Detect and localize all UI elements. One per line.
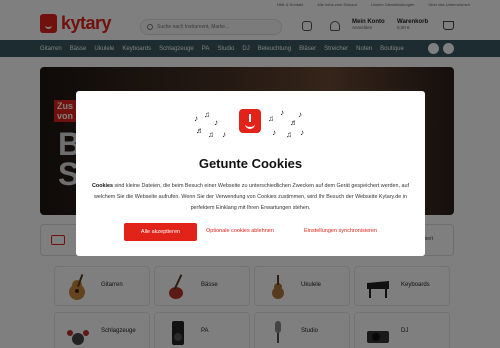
cookie-dialog-text: Cookies sind kleine Dateien, die beim Be… bbox=[88, 181, 413, 214]
music-note-icon: ♪ bbox=[300, 128, 304, 137]
music-note-icon: ♪ bbox=[222, 130, 226, 139]
music-note-icon: ♪ bbox=[214, 118, 218, 127]
cookie-dialog-title: Getunte Cookies bbox=[198, 156, 303, 171]
music-note-icon: ♫ bbox=[208, 130, 214, 139]
decline-optional-button[interactable]: Optionale cookies ablehnen bbox=[206, 228, 274, 234]
music-note-icon: ♫ bbox=[286, 130, 292, 139]
music-note-icon: ♪ bbox=[280, 108, 284, 117]
cookie-body-bold: Cookies bbox=[92, 183, 114, 189]
music-note-icon: ♬ bbox=[196, 126, 204, 135]
music-note-icon: ♪ bbox=[194, 114, 198, 123]
music-note-icon: ♪ bbox=[272, 128, 276, 137]
settings-button[interactable]: Einstellungen synchronisieren bbox=[304, 228, 377, 234]
cookie-consent-dialog: ♪ ♫ ♪ ♬ ♫ ♪ ♫ ♪ ♬ ♪ ♪ ♫ ♪ Getunte Cookie… bbox=[76, 91, 425, 256]
accept-all-button[interactable]: Alle akzeptieren bbox=[124, 223, 197, 241]
kytary-logo-icon bbox=[239, 109, 261, 133]
music-note-icon: ♫ bbox=[268, 114, 274, 123]
cookie-body: sind kleine Dateien, die beim Besuch ein… bbox=[93, 183, 409, 211]
music-note-icon: ♬ bbox=[290, 118, 298, 127]
music-note-icon: ♫ bbox=[204, 110, 210, 119]
music-note-icon: ♪ bbox=[298, 110, 302, 119]
